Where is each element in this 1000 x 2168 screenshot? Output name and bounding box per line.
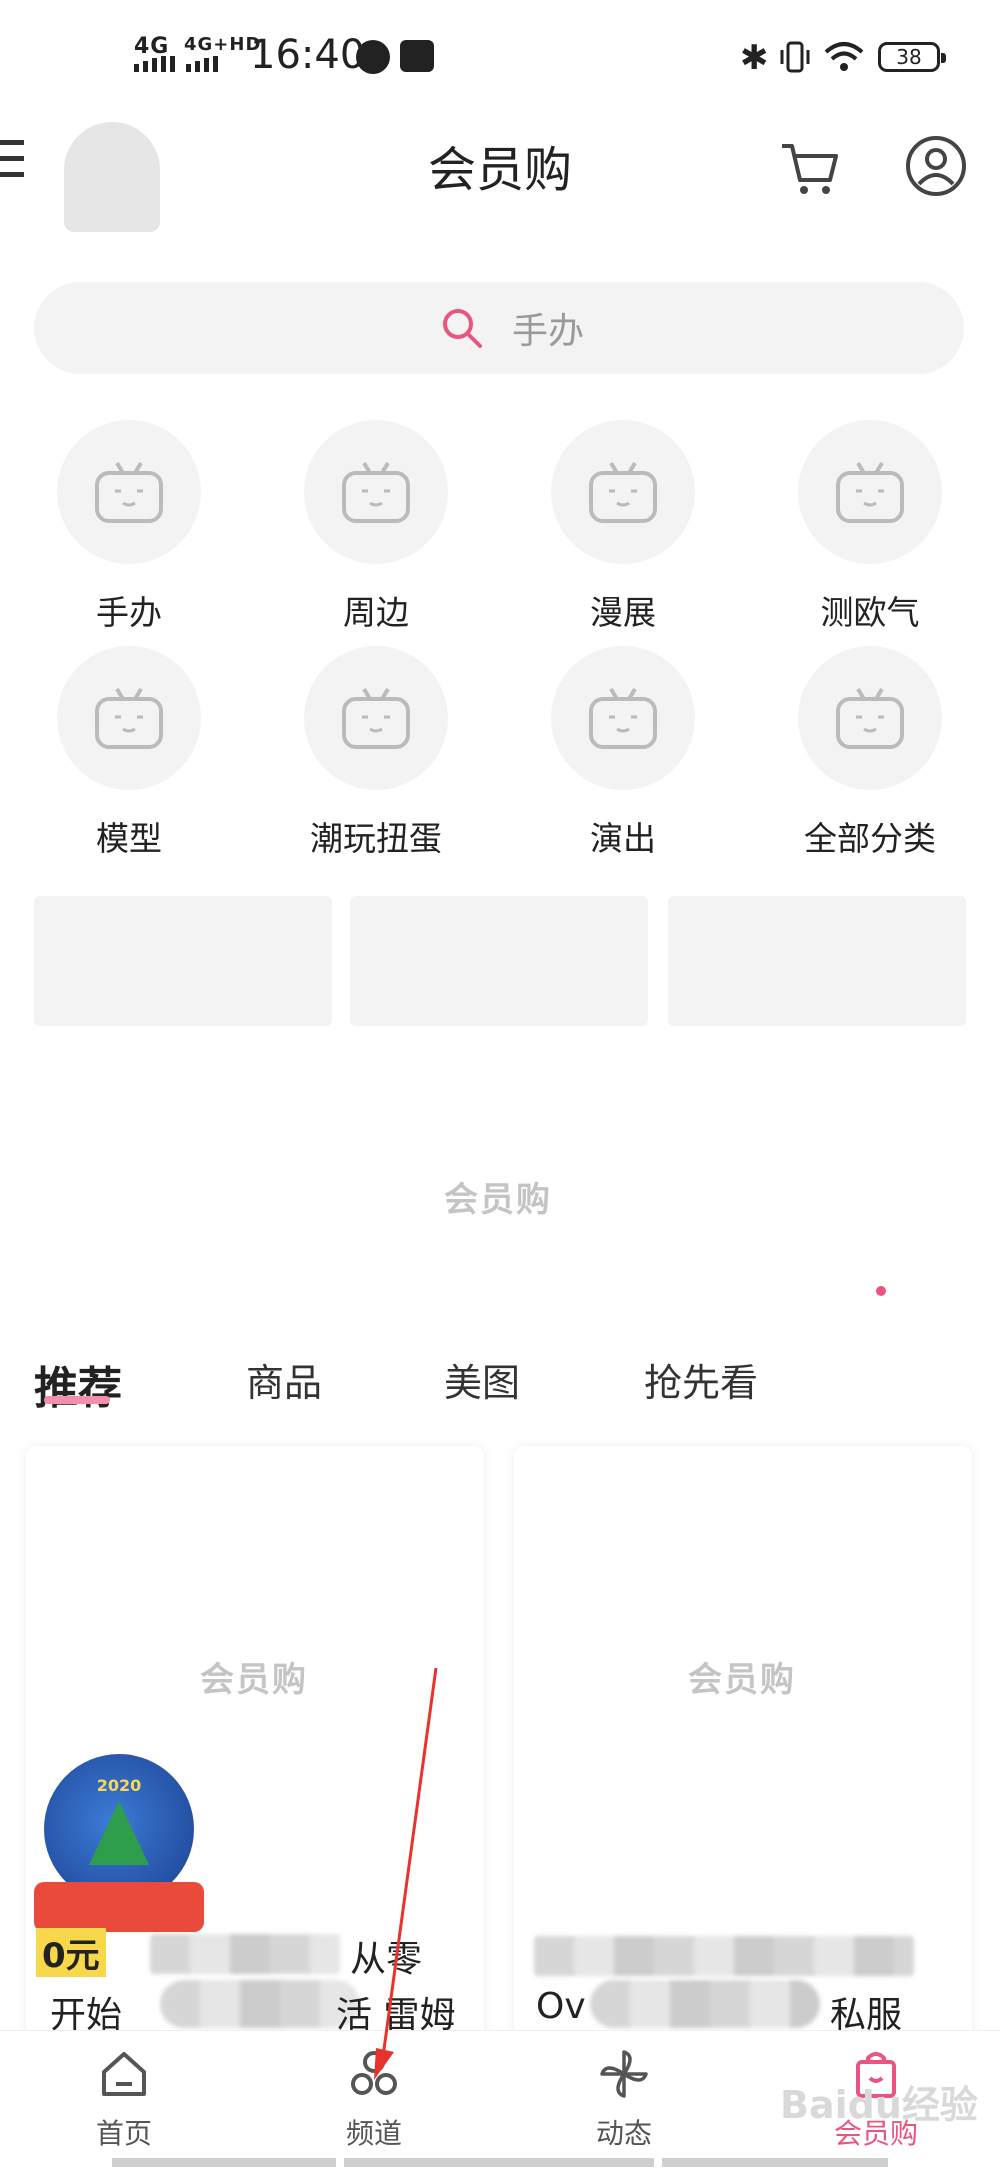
promo-banner-3[interactable]: [668, 896, 966, 1026]
nav-label: 首页: [95, 2117, 152, 2150]
tv-placeholder-icon: [798, 646, 942, 790]
blurred-text: [590, 1980, 820, 2028]
tv-placeholder-icon: [57, 420, 201, 564]
tab-gallery[interactable]: 美图: [444, 1352, 520, 1407]
annotation-arrow: [374, 1668, 438, 2080]
category-label: 潮玩扭蛋: [310, 819, 442, 858]
user-profile-icon[interactable]: [906, 136, 966, 196]
nav-home[interactable]: 首页: [44, 2046, 204, 2152]
gesture-bar: [112, 2158, 336, 2167]
category-label: 手办: [96, 593, 162, 632]
christmas-promo-badge[interactable]: 2020: [34, 1754, 204, 1932]
tab-active-indicator: [44, 1396, 110, 1404]
signal-bars-2-icon: [186, 56, 230, 72]
signal-bars-1-icon: [134, 56, 178, 72]
blurred-text: [160, 1980, 360, 2028]
search-icon: [440, 306, 484, 350]
search-bar[interactable]: [34, 282, 964, 374]
tv-placeholder-icon: [304, 646, 448, 790]
promo-free-label: 0元: [36, 1928, 106, 1977]
tv-placeholder-icon: [551, 420, 695, 564]
mail-icon: [400, 40, 434, 72]
pinwheel-icon: [600, 2050, 648, 2098]
category-figures[interactable]: 手办: [44, 420, 214, 634]
nav-label: 频道: [345, 2117, 402, 2150]
home-icon: [102, 2052, 146, 2096]
blurred-text: [534, 1936, 914, 1976]
tv-placeholder-icon: [551, 646, 695, 790]
gesture-bar: [344, 2158, 654, 2167]
category-label: 测欧气: [820, 593, 920, 632]
category-models[interactable]: 模型: [44, 646, 214, 860]
loading-placeholder-logo: 会员购: [444, 1180, 552, 1220]
vibrate-icon: [778, 40, 812, 74]
search-input[interactable]: 手办: [512, 302, 584, 354]
gesture-bar: [662, 2158, 888, 2167]
status-time: 16:40: [250, 32, 366, 78]
tv-placeholder-icon: [798, 420, 942, 564]
category-merch[interactable]: 周边: [291, 420, 461, 634]
blurred-text: [150, 1934, 340, 1974]
category-label: 全部分类: [804, 819, 936, 858]
category-label: 周边: [343, 593, 409, 632]
category-label: 漫展: [590, 593, 656, 632]
christmas-tree-icon: [89, 1801, 149, 1865]
category-shows[interactable]: 演出: [538, 646, 708, 860]
battery-indicator: 38: [878, 42, 946, 72]
category-label: 演出: [590, 819, 656, 858]
card-placeholder-logo: 会员购: [200, 1660, 308, 1700]
promo-year: 2020: [96, 1776, 142, 1795]
tv-placeholder-icon: [57, 646, 201, 790]
carousel-indicator-dot: [876, 1286, 886, 1296]
speed-icon: [356, 40, 390, 74]
wifi-icon: [822, 38, 866, 74]
category-luck-test[interactable]: 测欧气: [785, 420, 955, 634]
card-placeholder-logo: 会员购: [688, 1660, 796, 1700]
category-trendy-toys[interactable]: 潮玩扭蛋: [291, 646, 461, 860]
tab-recommend[interactable]: 推荐: [34, 1352, 122, 1416]
card-title-fragment: Ov: [536, 1986, 586, 2027]
tv-placeholder-icon: [304, 420, 448, 564]
gift-ribbon-base: [34, 1882, 204, 1932]
promo-banner-2[interactable]: [350, 896, 648, 1026]
category-comic-con[interactable]: 漫展: [538, 420, 708, 634]
status-bar: 4G 4G+HD 16:40 ✱ 38: [0, 0, 1000, 110]
nav-dynamics[interactable]: 动态: [544, 2046, 704, 2152]
category-all[interactable]: 全部分类: [785, 646, 955, 860]
promo-banner-1[interactable]: [34, 896, 332, 1026]
cart-icon[interactable]: [778, 138, 840, 200]
watermark-logo: Baidu经验: [780, 2083, 978, 2127]
category-label: 模型: [96, 819, 162, 858]
nav-label: 动态: [595, 2117, 652, 2150]
bluetooth-icon: ✱: [740, 38, 769, 78]
tab-products[interactable]: 商品: [246, 1352, 322, 1407]
tab-preview[interactable]: 抢先看: [644, 1352, 758, 1407]
page-title: 会员购: [427, 142, 572, 198]
